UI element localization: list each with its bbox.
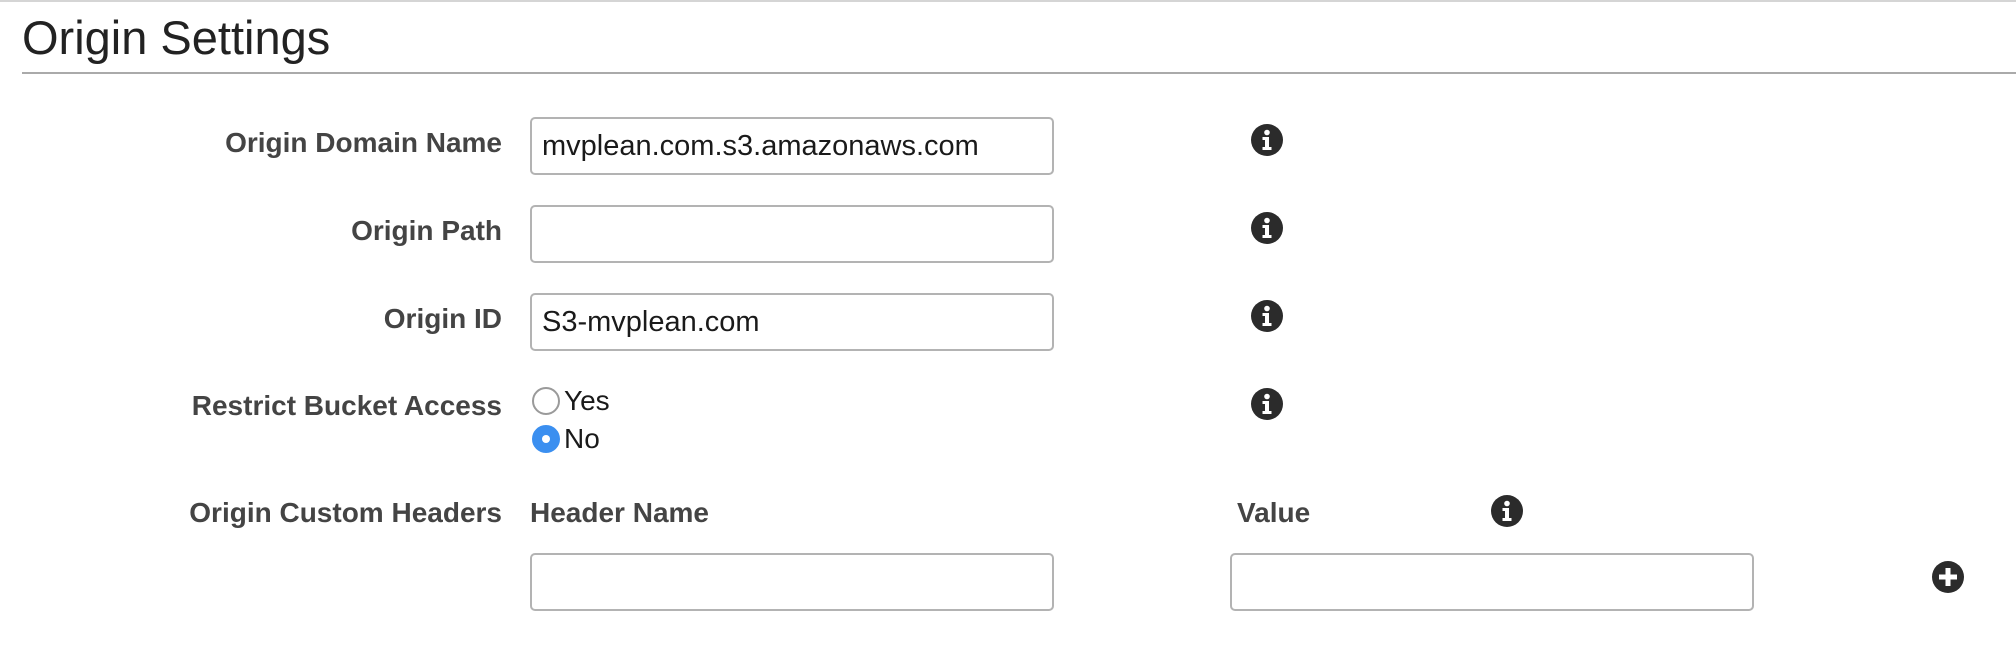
info-icon[interactable] xyxy=(1250,299,1284,333)
origin-domain-name-label: Origin Domain Name xyxy=(225,127,502,158)
info-icon[interactable] xyxy=(1490,494,1524,528)
origin-path-label: Origin Path xyxy=(351,215,502,246)
top-border xyxy=(0,0,2016,2)
info-icon[interactable] xyxy=(1250,123,1284,157)
info-icon[interactable] xyxy=(1250,211,1284,245)
section-title: Origin Settings xyxy=(22,11,331,64)
radio-yes-label[interactable]: Yes xyxy=(564,384,610,418)
title-divider xyxy=(22,72,2016,74)
info-icon[interactable] xyxy=(1250,387,1284,421)
header-value-input[interactable] xyxy=(1230,553,1754,611)
radio-no-label[interactable]: No xyxy=(564,422,600,456)
header-name-input[interactable] xyxy=(530,553,1054,611)
value-column-label: Value xyxy=(1237,497,1311,528)
origin-custom-headers-label: Origin Custom Headers xyxy=(189,497,502,528)
add-header-plus-icon[interactable] xyxy=(1931,560,1965,594)
radio-yes-option[interactable]: Yes xyxy=(532,383,610,419)
radio-yes[interactable] xyxy=(532,387,560,415)
origin-domain-name-input[interactable] xyxy=(530,117,1054,175)
origin-id-input[interactable] xyxy=(530,293,1054,351)
radio-no[interactable] xyxy=(532,425,560,453)
header-name-column-label: Header Name xyxy=(530,497,709,528)
origin-id-label: Origin ID xyxy=(383,303,502,334)
restrict-bucket-access-label: Restrict Bucket Access xyxy=(191,390,502,421)
radio-no-option[interactable]: No xyxy=(532,421,600,457)
origin-path-input[interactable] xyxy=(530,205,1054,263)
